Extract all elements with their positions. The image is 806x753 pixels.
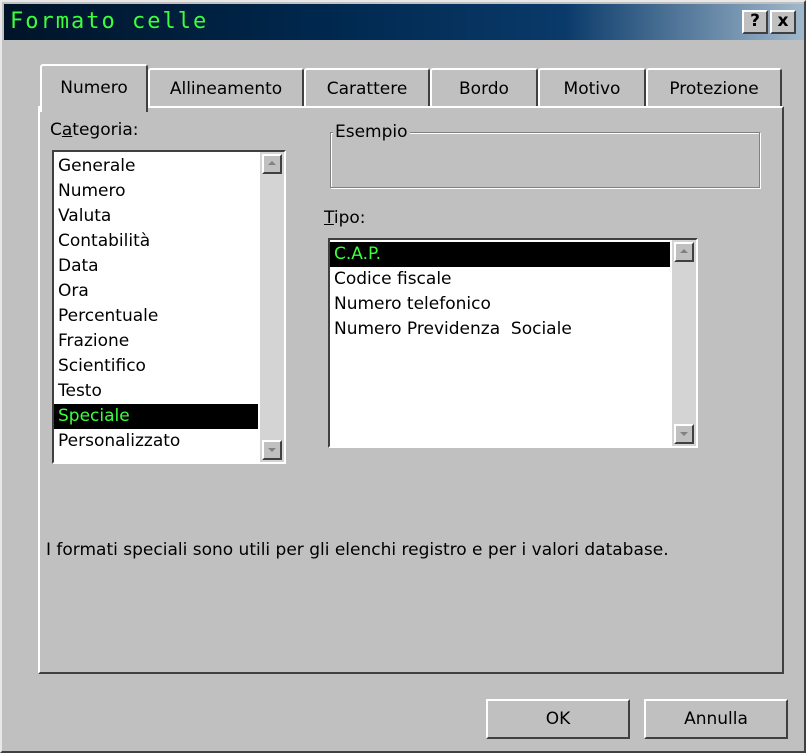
cancel-button[interactable]: Annulla <box>644 699 788 739</box>
list-item[interactable]: Testo <box>54 379 258 404</box>
categoria-listbox[interactable]: Generale Numero Valuta Contabilità Data … <box>52 150 286 464</box>
arrow-up-icon <box>268 161 276 165</box>
description-text: I formati speciali sono utili per gli el… <box>46 540 669 560</box>
tab-bordo[interactable]: Bordo <box>430 68 538 108</box>
list-item[interactable]: Personalizzato <box>54 429 258 454</box>
scroll-up-button[interactable] <box>262 154 282 174</box>
list-item-selected[interactable]: Speciale <box>54 404 258 429</box>
help-button[interactable]: ? <box>742 10 768 34</box>
esempio-label: Esempio <box>333 121 410 143</box>
list-item[interactable]: Percentuale <box>54 304 258 329</box>
categoria-list: Generale Numero Valuta Contabilità Data … <box>54 154 258 454</box>
list-item[interactable]: Data <box>54 254 258 279</box>
tipo-listbox[interactable]: C.A.P. Codice fiscale Numero telefonico … <box>328 238 698 448</box>
close-button[interactable]: x <box>770 10 796 34</box>
format-cells-dialog: Formato celle ? x Numero Allineamento Ca… <box>0 0 806 753</box>
list-item[interactable]: Numero Previdenza Sociale <box>330 317 670 342</box>
list-item[interactable]: Scientifico <box>54 354 258 379</box>
tab-allineamento[interactable]: Allineamento <box>148 68 304 108</box>
scroll-down-button[interactable] <box>262 440 282 460</box>
title-bar[interactable]: Formato celle ? x <box>4 4 804 40</box>
list-item[interactable]: Generale <box>54 154 258 179</box>
tipo-list: C.A.P. Codice fiscale Numero telefonico … <box>330 242 670 342</box>
categoria-label: Categoria: <box>50 120 139 140</box>
arrow-up-icon <box>680 249 688 253</box>
list-item[interactable]: Codice fiscale <box>330 267 670 292</box>
list-item[interactable]: Ora <box>54 279 258 304</box>
list-item[interactable]: Contabilità <box>54 229 258 254</box>
tab-protezione[interactable]: Protezione <box>646 68 782 108</box>
list-item[interactable]: Numero telefonico <box>330 292 670 317</box>
list-item[interactable]: Frazione <box>54 329 258 354</box>
tab-motivo[interactable]: Motivo <box>538 68 646 108</box>
window-title: Formato celle <box>10 9 209 34</box>
list-item[interactable]: Valuta <box>54 204 258 229</box>
tab-carattere[interactable]: Carattere <box>304 68 430 108</box>
arrow-down-icon <box>680 432 688 436</box>
ok-button[interactable]: OK <box>486 699 630 739</box>
list-item-selected[interactable]: C.A.P. <box>330 242 670 267</box>
arrow-down-icon <box>268 448 276 452</box>
categoria-scrollbar[interactable] <box>260 152 284 462</box>
list-item[interactable]: Numero <box>54 179 258 204</box>
scroll-down-button[interactable] <box>674 424 694 444</box>
tab-numero[interactable]: Numero <box>40 64 148 112</box>
esempio-group: Esempio <box>330 121 760 188</box>
tipo-label: Tipo: <box>324 208 366 228</box>
scroll-up-button[interactable] <box>674 242 694 262</box>
tipo-scrollbar[interactable] <box>672 240 696 446</box>
